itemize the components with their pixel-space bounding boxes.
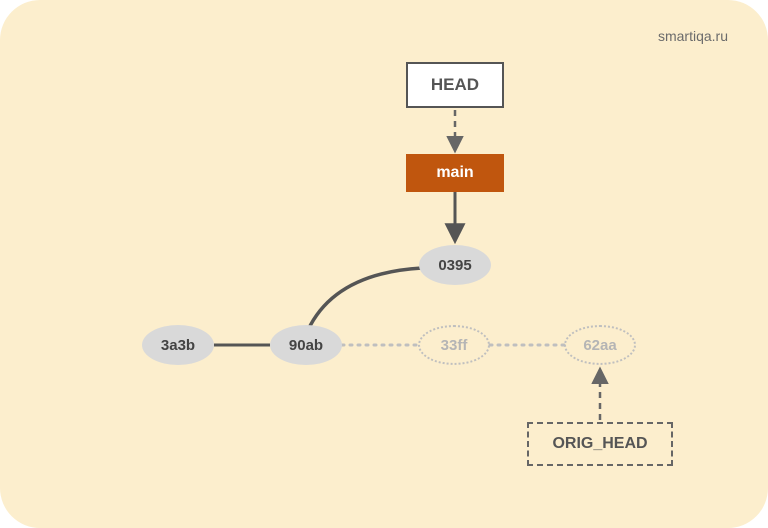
commit-hash: 3a3b <box>161 337 195 354</box>
commit-hash: 33ff <box>441 337 468 354</box>
commit-node: 90ab <box>270 325 342 365</box>
orig-head-label: ORIG_HEAD <box>552 435 647 453</box>
main-branch-box: main <box>406 154 504 192</box>
commit-node-ghost: 62aa <box>564 325 636 365</box>
head-ref-box: HEAD <box>406 62 504 108</box>
main-label: main <box>436 164 473 182</box>
commit-hash: 62aa <box>583 337 616 354</box>
commit-node-ghost: 33ff <box>418 325 490 365</box>
diagram-canvas: smartiqa.ru HEAD main <box>0 0 768 528</box>
commit-hash: 90ab <box>289 337 323 354</box>
commit-node: 0395 <box>419 245 491 285</box>
watermark: smartiqa.ru <box>658 28 728 44</box>
commit-hash: 0395 <box>438 257 471 274</box>
commit-node: 3a3b <box>142 325 214 365</box>
head-label: HEAD <box>431 75 479 95</box>
orig-head-ref-box: ORIG_HEAD <box>527 422 673 466</box>
